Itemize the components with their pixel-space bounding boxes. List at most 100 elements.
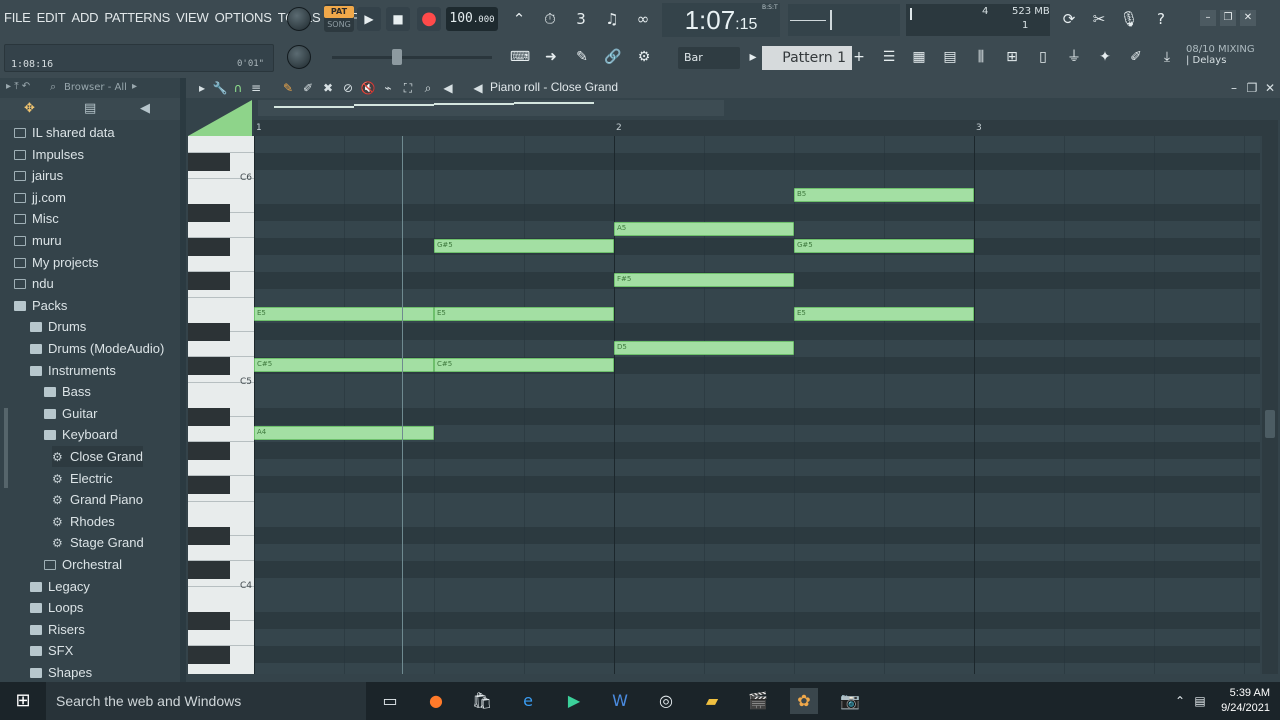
timeline-ruler[interactable]: 1 2 3: [254, 120, 1262, 136]
black-key[interactable]: [188, 323, 230, 341]
file-icon[interactable]: ▯: [1030, 44, 1056, 70]
black-key[interactable]: [188, 561, 230, 579]
brush-icon[interactable]: ✐: [1123, 44, 1149, 70]
note[interactable]: C#5: [434, 358, 614, 372]
note[interactable]: E5: [794, 307, 974, 321]
black-key[interactable]: [188, 357, 230, 375]
stamp-tool-icon[interactable]: ≡: [248, 80, 264, 96]
browser-item[interactable]: Shapes: [30, 662, 92, 682]
notification-icon[interactable]: ▤: [1186, 688, 1214, 714]
black-key[interactable]: [188, 272, 230, 290]
note[interactable]: C#5: [254, 358, 434, 372]
plugin-icon[interactable]: ⏚: [1061, 44, 1087, 70]
close-button[interactable]: ✕: [1240, 10, 1256, 26]
delete-icon[interactable]: ⊘: [340, 80, 356, 96]
browser-search-icon[interactable]: ⌕: [50, 80, 56, 94]
blend-notes-icon[interactable]: ♫: [599, 6, 625, 32]
browser-item[interactable]: Misc: [14, 208, 59, 229]
vertical-scroll-thumb[interactable]: [1265, 410, 1275, 438]
loop-record-icon[interactable]: ∞: [630, 6, 656, 32]
browser-item[interactable]: Risers: [30, 619, 85, 640]
browser-item[interactable]: Keyboard: [44, 424, 118, 445]
pencil-mode-icon[interactable]: ✎: [569, 44, 595, 70]
playhead[interactable]: [402, 136, 403, 674]
wand-icon[interactable]: ✦: [1092, 44, 1118, 70]
add-pattern-icon[interactable]: +: [852, 44, 866, 70]
browser-item[interactable]: Bass: [44, 381, 91, 402]
mixer-icon[interactable]: ⫼: [968, 44, 994, 70]
note[interactable]: G#5: [794, 239, 974, 253]
browser-item[interactable]: Drums: [30, 316, 86, 337]
browser-item[interactable]: Loops: [30, 597, 83, 618]
note[interactable]: D5: [614, 341, 794, 355]
note-grid[interactable]: A4C#5E5C#5E5G#5D5F#5A5E5G#5B5 ➤: [254, 136, 1260, 674]
black-key[interactable]: [188, 646, 230, 664]
speaker-icon[interactable]: ◀: [470, 80, 486, 96]
master-pitch-knob[interactable]: [287, 45, 311, 69]
menu-add[interactable]: ADD: [71, 10, 98, 25]
white-key[interactable]: [188, 136, 254, 153]
record-button[interactable]: ●: [417, 7, 441, 31]
piano-roll-menu-arrow-icon[interactable]: ▸: [194, 80, 210, 96]
taskbar-clock[interactable]: 5:39 AM 9/24/2021: [1212, 686, 1270, 716]
vertical-scrollbar[interactable]: [1262, 120, 1278, 674]
pattern-overview[interactable]: [258, 100, 724, 116]
black-key[interactable]: [188, 612, 230, 630]
note[interactable]: G#5: [434, 239, 614, 253]
browser-item[interactable]: SFX: [30, 640, 73, 661]
note[interactable]: E5: [254, 307, 434, 321]
browser-item[interactable]: Guitar: [44, 403, 97, 424]
master-slider-handle[interactable]: [392, 49, 402, 65]
groove-music-icon[interactable]: ◎: [652, 688, 680, 714]
erase-icon[interactable]: ✖: [320, 80, 336, 96]
stamp-icon[interactable]: ⚙: [631, 44, 657, 70]
store-icon[interactable]: 🛍: [468, 688, 496, 714]
download-icon[interactable]: ⤓: [1154, 44, 1180, 70]
browser-scrollbar[interactable]: [4, 408, 8, 488]
tree-icon[interactable]: ⊞: [999, 44, 1025, 70]
cut-icon[interactable]: ✂: [1086, 6, 1112, 32]
tempo-display[interactable]: 100.000: [446, 7, 498, 31]
black-key[interactable]: [188, 476, 230, 494]
edge-icon[interactable]: e: [514, 688, 542, 714]
overview-scrollbar[interactable]: [724, 100, 1250, 116]
mute-icon[interactable]: 🔇: [360, 80, 376, 96]
menu-view[interactable]: VIEW: [176, 10, 209, 25]
select-icon[interactable]: ⛶: [400, 80, 416, 96]
menu-patterns[interactable]: PATTERNS: [104, 10, 170, 25]
browser-item[interactable]: jairus: [14, 165, 63, 186]
news-panel[interactable]: 08/10 MIXING | Delays: [1186, 44, 1276, 72]
note[interactable]: A5: [614, 222, 794, 236]
typing-keyboard-icon[interactable]: ⌨: [507, 44, 533, 70]
note[interactable]: A4: [254, 426, 434, 440]
slice-icon[interactable]: ⌁: [380, 80, 396, 96]
menu-options[interactable]: OPTIONS: [215, 10, 272, 25]
master-volume-knob[interactable]: [287, 7, 311, 31]
paint-icon[interactable]: ✐: [300, 80, 316, 96]
playback-icon[interactable]: ◀: [440, 80, 456, 96]
browser-item[interactable]: ⚙ Close Grand: [52, 446, 143, 467]
movie-maker-icon[interactable]: 🎬: [744, 688, 772, 714]
browser-item[interactable]: My projects: [14, 252, 98, 273]
black-key[interactable]: [188, 204, 230, 222]
black-key[interactable]: [188, 527, 230, 545]
playlist-icon[interactable]: ☰: [876, 44, 902, 70]
menu-file[interactable]: FILE: [4, 10, 31, 25]
browser-menu-arrow-icon[interactable]: ▸: [132, 81, 137, 92]
stop-button[interactable]: ■: [386, 7, 410, 31]
snap-selector[interactable]: Bar: [678, 47, 740, 69]
browser-file-icon[interactable]: ▤: [84, 101, 96, 116]
media-player-icon[interactable]: ▶: [560, 688, 588, 714]
maximize-button[interactable]: ❐: [1220, 10, 1236, 26]
piano-keyboard[interactable]: C6 C5 C4: [188, 136, 254, 674]
channel-rack-icon[interactable]: ▤: [937, 44, 963, 70]
browser-item[interactable]: Drums (ModeAudio): [30, 338, 164, 359]
note[interactable]: B5: [794, 188, 974, 202]
note[interactable]: E5: [434, 307, 614, 321]
task-view-icon[interactable]: ▭: [376, 688, 404, 714]
piano-roll-icon[interactable]: ▦: [906, 44, 932, 70]
firefox-icon[interactable]: ●: [422, 688, 450, 714]
pr-close-button[interactable]: ✕: [1262, 80, 1278, 96]
black-key[interactable]: [188, 153, 230, 171]
pencil-icon[interactable]: ✎: [280, 80, 296, 96]
